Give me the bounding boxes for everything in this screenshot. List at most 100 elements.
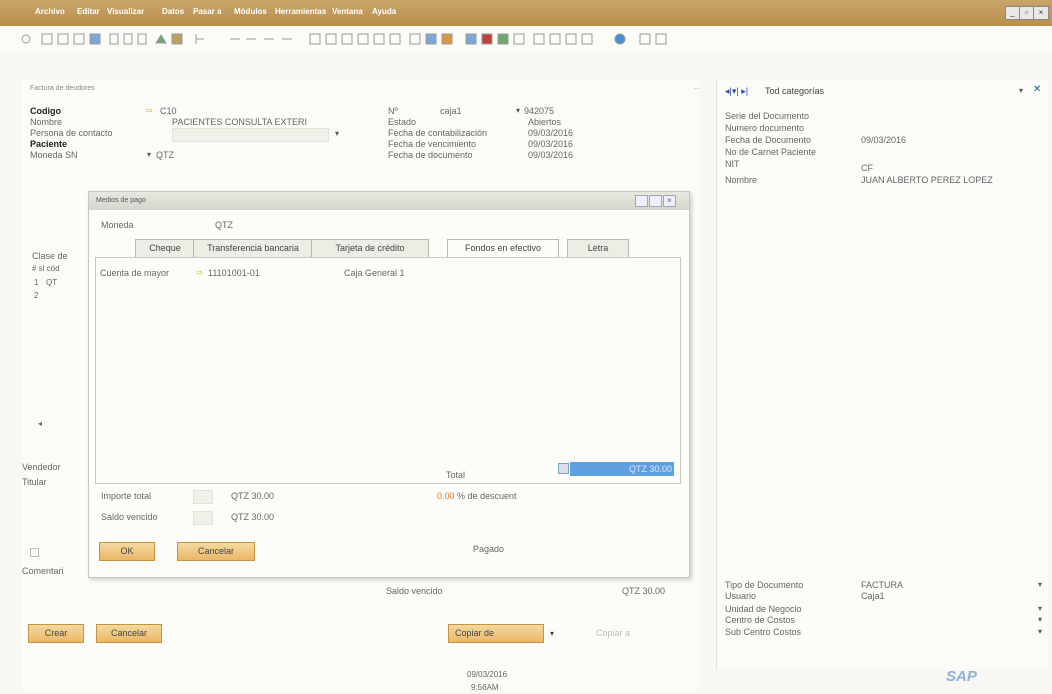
pagado-label: Pagado <box>473 544 505 554</box>
nav-arrows-icon[interactable]: ◂|▾| ▸| <box>725 86 748 97</box>
taskbar-date: 09/03/2016 <box>467 670 508 679</box>
fecha-doc-label: Fecha de documento <box>388 150 473 160</box>
tab-tarjeta[interactable]: Tarjeta de crédito <box>311 239 429 257</box>
serie-doc-label: Serie del Documento <box>725 111 810 121</box>
row-1-number: 1 <box>34 278 39 287</box>
saldo-label: Saldo vencido <box>386 586 443 596</box>
moneda-dialog-label: Moneda <box>101 220 134 230</box>
vendedor-label: Vendedor <box>22 462 61 472</box>
total-copy-icon[interactable] <box>558 463 569 474</box>
panel-close-icon[interactable]: ✕ <box>1033 84 1041 95</box>
sub-centro-dropdown-icon[interactable]: ▾ <box>1038 627 1042 636</box>
menu-herramientas[interactable]: Herramientas <box>275 7 326 16</box>
tab-fondos-efectivo[interactable]: Fondos en efectivo <box>447 239 559 258</box>
cuenta-label: Cuenta de mayor <box>100 268 170 278</box>
toolbar-icons[interactable] <box>20 32 680 46</box>
saldo-checkbox[interactable] <box>193 511 213 525</box>
moneda-value[interactable]: QTZ <box>156 150 174 160</box>
centro-dropdown-icon[interactable]: ▾ <box>1038 615 1042 624</box>
menu-ventana[interactable]: Ventana <box>332 7 363 16</box>
dropdown-icon[interactable]: ▾ <box>335 129 339 138</box>
saldo-value: QTZ 30.00 <box>622 586 666 596</box>
copiar-de-dropdown-icon[interactable]: ▾ <box>550 629 554 638</box>
category-select[interactable]: Tod categorías <box>765 86 824 96</box>
centro-costos-label: Centro de Costos <box>725 615 796 625</box>
tipo-doc-dropdown-icon[interactable]: ▾ <box>1038 580 1042 589</box>
fecha-contab-value[interactable]: 09/03/2016 <box>528 128 573 138</box>
dialog-cancel-button[interactable]: Cancelar <box>177 542 255 561</box>
nit-label: NIT <box>725 159 740 169</box>
menu-ayuda[interactable]: Ayuda <box>372 7 396 16</box>
tipo-doc-label: Tipo de Documento <box>725 580 804 590</box>
nombre-cliente-value[interactable]: JUAN ALBERTO PEREZ LOPEZ <box>861 175 993 185</box>
total-field[interactable]: QTZ 30.00 <box>570 462 674 476</box>
carnet-label: No de Carnet Paciente <box>725 147 817 157</box>
cuenta-value[interactable]: 11101001-01 <box>208 268 260 278</box>
menu-datos[interactable]: Datos <box>162 7 184 16</box>
minimize-icon[interactable]: _ <box>1005 6 1020 20</box>
series-dropdown-icon[interactable]: ▾ <box>516 106 520 115</box>
nombre-label: Nombre <box>30 117 63 127</box>
menu-visualizar[interactable]: Visualizar <box>107 7 144 16</box>
payment-dialog: Medios de pago × Moneda QTZ Cheque Trans… <box>88 191 690 578</box>
window-dots: ⋯ <box>694 86 701 93</box>
restore-icon[interactable]: ▫ <box>1019 6 1034 20</box>
importe-checkbox[interactable] <box>193 490 213 504</box>
clase-label: Clase de <box>32 251 68 261</box>
menu-modulos[interactable]: Módulos <box>234 7 267 16</box>
saldo-dialog-label: Saldo vencido <box>101 512 158 522</box>
contacto-field[interactable] <box>172 128 329 142</box>
dialog-maximize-icon[interactable] <box>649 195 662 207</box>
fecha-doc-value[interactable]: 09/03/2016 <box>528 150 573 160</box>
cuenta-link-arrow-icon[interactable]: ⇨ <box>196 268 203 277</box>
dialog-titlebar[interactable]: Medios de pago × <box>89 192 689 210</box>
tab-cheque[interactable]: Cheque <box>135 239 195 257</box>
usuario-value[interactable]: Caja1 <box>861 591 885 601</box>
copiar-de-button[interactable]: Copiar de <box>448 624 544 643</box>
menu-archivo[interactable]: Archivo <box>35 7 65 16</box>
link-arrow-icon[interactable]: ⇨ <box>146 106 153 115</box>
discount-value[interactable]: 0.00 <box>437 491 455 501</box>
fecha-venc-label: Fecha de vencimiento <box>388 139 477 149</box>
tipo-doc-value[interactable]: FACTURA <box>861 580 903 590</box>
titular-label: Titular <box>22 477 47 487</box>
user-fields-panel: ◂|▾| ▸| Tod categorías ▾ ✕ Serie del Doc… <box>716 80 1049 670</box>
close-icon[interactable]: × <box>1033 6 1049 20</box>
sap-logo: SAP <box>946 668 977 685</box>
fecha-documento-value[interactable]: 09/03/2016 <box>861 135 906 145</box>
nombre-value[interactable]: PACIENTES CONSULTA EXTERI <box>172 117 307 127</box>
crear-button[interactable]: Crear <box>28 624 84 643</box>
usuario-label: Usuario <box>725 591 757 601</box>
dialog-title: Medios de pago <box>96 197 146 204</box>
series-value[interactable]: caja1 <box>440 106 462 116</box>
menu-pasar-a[interactable]: Pasar a <box>193 7 221 16</box>
fecha-venc-value[interactable]: 09/03/2016 <box>528 139 573 149</box>
nit-value[interactable]: CF <box>861 163 873 173</box>
unidad-dropdown-icon[interactable]: ▾ <box>1038 604 1042 613</box>
dialog-close-icon[interactable]: × <box>663 195 676 207</box>
moneda-dropdown-icon[interactable]: ▾ <box>147 150 151 159</box>
numero-value[interactable]: 942075 <box>524 106 554 116</box>
numero-doc-label: Numero documento <box>725 123 805 133</box>
scroll-left-icon[interactable]: ◂ <box>38 419 42 428</box>
cuenta-name: Caja General 1 <box>344 268 405 278</box>
moneda-dialog-value: QTZ <box>215 220 233 230</box>
toolbar <box>0 26 1052 52</box>
checkbox[interactable] <box>30 548 39 557</box>
category-dropdown-icon[interactable]: ▾ <box>1019 86 1023 95</box>
sub-centro-label: Sub Centro Costos <box>725 627 802 637</box>
cancelar-button[interactable]: Cancelar <box>96 624 162 643</box>
codigo-label: Codigo <box>30 106 61 116</box>
dialog-minimize-icon[interactable] <box>635 195 648 207</box>
codigo-value[interactable]: C10 <box>160 106 177 116</box>
paciente-label: Paciente <box>30 139 68 149</box>
ok-button[interactable]: OK <box>99 542 155 561</box>
tab-letra[interactable]: Letra <box>567 239 629 257</box>
grid-header: # sl cód <box>32 264 60 273</box>
tab-transferencia[interactable]: Transferencia bancaria <box>193 239 313 257</box>
menu-editar[interactable]: Editar <box>77 7 100 16</box>
contacto-label: Persona de contacto <box>30 128 113 138</box>
moneda-label: Moneda SN <box>30 150 78 160</box>
copiar-a-button[interactable]: Copiar a <box>596 628 630 638</box>
saldo-dialog-value: QTZ 30.00 <box>231 512 275 522</box>
